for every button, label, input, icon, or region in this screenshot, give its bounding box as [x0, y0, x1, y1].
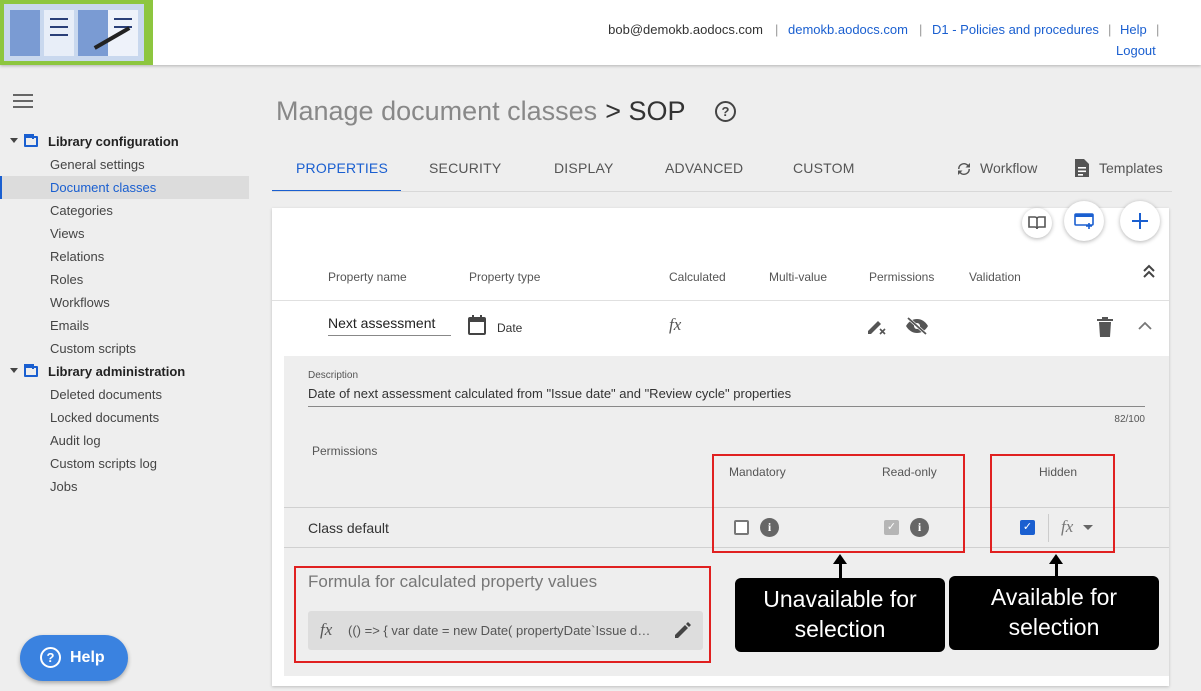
plus-icon [1132, 213, 1148, 229]
sidebar-item-jobs[interactable]: Jobs [0, 475, 249, 498]
sidebar-item-custom-scripts[interactable]: Custom scripts [0, 337, 249, 360]
sidebar-item-deleted-documents[interactable]: Deleted documents [0, 383, 249, 406]
sidebar-item-locked-documents[interactable]: Locked documents [0, 406, 249, 429]
sidebar-item-document-classes[interactable]: Document classes [0, 176, 249, 199]
separator: | [1108, 22, 1112, 37]
description-label: Description [308, 370, 359, 381]
folder-icon [24, 134, 38, 147]
description-field[interactable]: Date of next assessment calculated from … [308, 386, 1145, 407]
add-property-button[interactable] [1120, 201, 1160, 241]
help-button-label: Help [70, 649, 105, 666]
tab-security[interactable]: SECURITY [429, 160, 501, 176]
sync-icon [958, 163, 970, 175]
group-label: Library configuration [48, 134, 179, 149]
collapse-all-icon[interactable] [1142, 263, 1156, 279]
logout-link[interactable]: Logout [1116, 43, 1156, 58]
sidebar-item-relations[interactable]: Relations [0, 245, 249, 268]
add-section-button[interactable] [1064, 201, 1104, 241]
sidebar-item-workflows[interactable]: Workflows [0, 291, 249, 314]
trash-icon[interactable] [1097, 317, 1113, 337]
callout-unavailable: Unavailable for selection [735, 578, 945, 652]
eye-off-icon [906, 317, 928, 335]
callout-available: Available for selection [949, 576, 1159, 650]
book-logo-icon [4, 4, 144, 61]
document-class-name: > SOP [605, 96, 686, 126]
templates-label: Templates [1099, 160, 1163, 176]
workflow-label: Workflow [980, 160, 1038, 176]
sidebar-item-general-settings[interactable]: General settings [0, 153, 249, 176]
tab-custom[interactable]: CUSTOM [793, 160, 855, 176]
sidebar-item-custom-scripts-log[interactable]: Custom scripts log [0, 452, 249, 475]
class-tabs: PROPERTIES SECURITY DISPLAY ADVANCED CUS… [272, 150, 1172, 192]
annotation-box-formula [294, 566, 711, 663]
book-open-icon [1028, 216, 1046, 230]
caret-down-icon [10, 368, 18, 373]
group-label: Library administration [48, 364, 186, 379]
class-default-label: Class default [308, 520, 389, 536]
sidebar-item-roles[interactable]: Roles [0, 268, 249, 291]
tab-properties[interactable]: PROPERTIES [296, 160, 388, 176]
help-circle-icon[interactable]: ? [715, 101, 736, 122]
help-link[interactable]: Help [1120, 22, 1147, 37]
property-row[interactable]: Next assessment Date fx [272, 300, 1169, 356]
folder-icon [24, 364, 38, 377]
column-header-permissions: Permissions [869, 270, 935, 284]
sidebar-item-views[interactable]: Views [0, 222, 249, 245]
sidebar-group-library-configuration[interactable]: Library configuration [0, 130, 250, 153]
document-icon [1075, 159, 1089, 177]
sidebar-item-categories[interactable]: Categories [0, 199, 249, 222]
hamburger-menu-icon[interactable] [13, 94, 33, 108]
sidebar: Library configuration General settings D… [0, 130, 250, 498]
chevron-up-icon[interactable] [1138, 321, 1152, 331]
column-header-property-type: Property type [469, 270, 541, 284]
book-button[interactable] [1022, 208, 1052, 238]
page-title-text: Manage document classes [276, 96, 598, 126]
separator: | [775, 22, 779, 37]
separator: | [1156, 22, 1160, 37]
property-type: Date [497, 321, 523, 335]
tab-advanced[interactable]: ADVANCED [665, 160, 743, 176]
add-section-icon [1074, 213, 1094, 229]
top-header: bob@demokb.aodocs.com | demokb.aodocs.co… [0, 0, 1201, 65]
column-header-multi-value: Multi-value [769, 270, 828, 284]
column-header-property-name: Property name [328, 270, 407, 284]
help-button[interactable]: ? Help [20, 635, 128, 681]
property-name-field[interactable]: Next assessment [328, 315, 451, 336]
column-header-calculated: Calculated [669, 270, 726, 284]
sidebar-item-emails[interactable]: Emails [0, 314, 249, 337]
sidebar-item-audit-log[interactable]: Audit log [0, 429, 249, 452]
calculated-fx-icon: fx [669, 315, 682, 334]
user-email: bob@demokb.aodocs.com [608, 22, 763, 37]
annotation-box-available [990, 454, 1115, 553]
library-logo[interactable] [0, 0, 153, 65]
annotation-box-unavailable [712, 454, 965, 553]
column-header-validation: Validation [969, 270, 1021, 284]
tab-display[interactable]: DISPLAY [554, 160, 614, 176]
arrow-up-icon [833, 554, 847, 578]
tabs-divider [272, 191, 1172, 192]
library-link[interactable]: D1 - Policies and procedures [932, 22, 1099, 37]
calendar-icon [468, 315, 486, 335]
separator: | [919, 22, 923, 37]
edit-restricted-icon [868, 321, 886, 335]
page-title: Manage document classes > SOP [276, 96, 685, 127]
caret-down-icon [10, 138, 18, 143]
question-icon: ? [40, 647, 61, 668]
char-counter: 82/100 [1114, 414, 1145, 425]
domain-link[interactable]: demokb.aodocs.com [788, 22, 908, 37]
permissions-label: Permissions [312, 444, 378, 458]
sidebar-group-library-administration[interactable]: Library administration [0, 360, 250, 383]
